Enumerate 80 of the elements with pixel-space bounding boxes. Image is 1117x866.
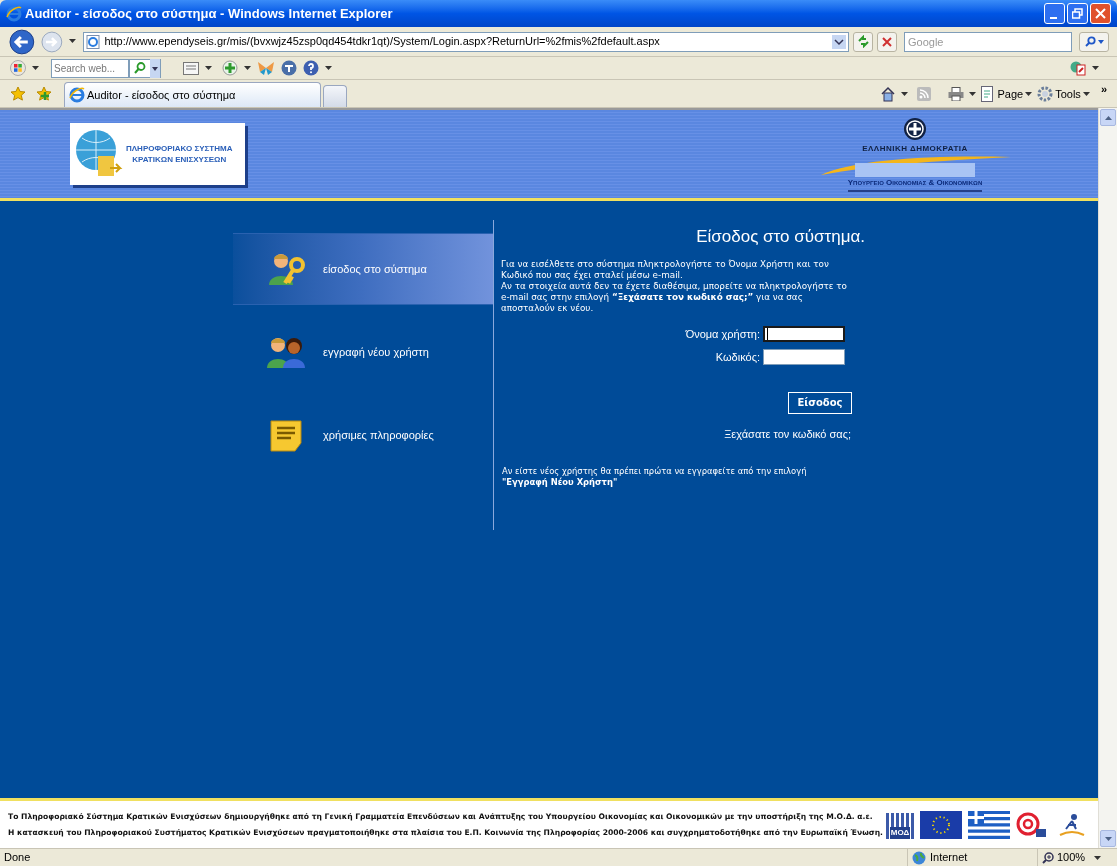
caret-icon[interactable] [969,92,977,96]
emblem-icon [903,116,927,141]
field-label: Όνομα χρήστη: [685,326,760,342]
globe-icon [912,850,926,865]
ministry-text: Υπουργειο Οικονομιας & Οικονομικων [847,176,983,192]
scrollbar[interactable] [1098,108,1117,848]
down-arrow-icon [1104,836,1112,841]
search-icon [132,61,148,75]
search-field[interactable]: Google [904,31,1073,52]
minimize-button[interactable] [1044,3,1065,24]
eu-flag-icon [920,810,962,839]
stop-button[interactable] [877,31,897,52]
input-field[interactable] [763,325,845,342]
login-icon [267,251,307,287]
security-zone-text: Internet [930,850,968,866]
input-field[interactable] [763,349,845,366]
star-icon[interactable] [10,86,26,102]
minimize-icon [1049,16,1057,19]
caret-icon[interactable] [1092,66,1099,70]
pdf-icon[interactable] [1070,60,1086,76]
dropdown-icon [150,58,160,78]
close-icon [882,36,893,47]
field-label: Κωδικός: [715,350,760,365]
dropdown-icon [832,34,847,49]
instructions-text: Αν τα στοιχεία αυτά δεν τα έχετε διαθέσιμα, μπορείτε να πληκτρολογήστε το e-mail σας στην επιλογή “Ξεχάσατε τον κωδικό σας;” για να σας αποσταλούν εκ νέου. [501,280,848,314]
menu-item[interactable]: εγγραφή νέου χρήστη [233,316,493,388]
up-arrow-icon [1104,115,1112,120]
status-text: Done [4,850,32,866]
restore-button[interactable] [1067,3,1088,24]
caret-icon [1094,855,1102,860]
caret-icon [1097,39,1104,44]
help-icon[interactable] [303,60,319,76]
caret-icon[interactable] [69,39,78,44]
address-field[interactable]: http://www.ependyseis.gr/mis/(bvxwjz45zsp0qd454tdkr1qt)/System/Login.aspx?ReturnUrl=%2fmis%2fdefault.aspx [83,31,850,52]
add-favorite-icon[interactable] [36,86,52,102]
caret-icon[interactable] [32,66,39,70]
caret-icon[interactable] [244,66,251,70]
back-icon[interactable] [8,27,36,56]
zoom-icon [1042,851,1054,864]
search-button[interactable] [1079,31,1109,52]
page-title: Είσοδος στο σύστημα. [695,226,865,248]
new-user-note: Αν είστε νέος χρήστης θα πρέπει πρώτα να εγγραφείτε από την επιλογή "Εγγραφή Νέου Χρήστη" [501,466,808,488]
instructions-text: Για να εισέλθετε στο σύστημα πληκτρολογήστε το Όνομα Χρήστη και τον Κωδικό που σας έχει σταλεί μέσω e-mail. [501,258,830,281]
butterfly-icon[interactable] [257,60,275,76]
web-search-field[interactable]: Search web... [51,58,129,78]
caret-icon [1082,92,1090,96]
browser-tab[interactable]: Auditor - είσοδος στο σύστημα [64,82,321,107]
refresh-button[interactable] [853,31,874,52]
tools-menu[interactable]: Tools [1037,85,1090,103]
window-title: Auditor - είσοδος στο σύστημα - Windows Internet Explorer [25,4,394,23]
login-button[interactable]: Είσοδος [788,391,852,414]
ie-icon [69,87,85,103]
caret-icon [1025,92,1033,96]
forgot-password-link[interactable]: Ξεχάσατε τον κωδικό σας; [724,425,851,442]
page-menu[interactable]: Page [981,85,1033,103]
republic-text: ΕΛΛΗΝΙΚΗ ΔΗΜΟΚΡΑΤΙΑ [862,142,968,155]
form-icon[interactable] [183,61,199,75]
web-search-button[interactable] [129,58,161,78]
mod-logo: ΜΟΔ [886,812,914,839]
windows-flag-icon[interactable] [10,60,26,76]
menu-item[interactable]: χρήσιμες πληροφορίες [233,399,493,471]
caret-icon[interactable] [205,66,212,70]
zoom-control[interactable]: 100% [1037,849,1113,866]
greek-flag-icon [968,810,1010,839]
close-button[interactable] [1090,3,1111,24]
logo-text: ΚΡΑΤΙΚΩΝ ΕΝΙΣΧΥΣΕΩΝ [132,154,227,165]
close-icon [1095,8,1106,19]
plus-icon[interactable] [222,60,238,76]
ie-icon [6,5,22,22]
menu-item[interactable]: είσοδος στο σύστημα [233,233,493,305]
search-icon [1084,36,1096,47]
refresh-icon [856,35,870,48]
print-icon[interactable] [948,87,965,101]
logo-text: ΠΛΗΡΟΦΟΡΙΑΚΟ ΣΥΣΤΗΜΑ [126,143,233,154]
caret-icon[interactable] [325,66,332,70]
home-icon[interactable] [880,86,897,102]
more-button[interactable]: » [1100,81,1107,98]
restore-icon [1072,8,1083,19]
settings-icon [1037,86,1054,102]
caret-icon[interactable] [901,92,909,96]
